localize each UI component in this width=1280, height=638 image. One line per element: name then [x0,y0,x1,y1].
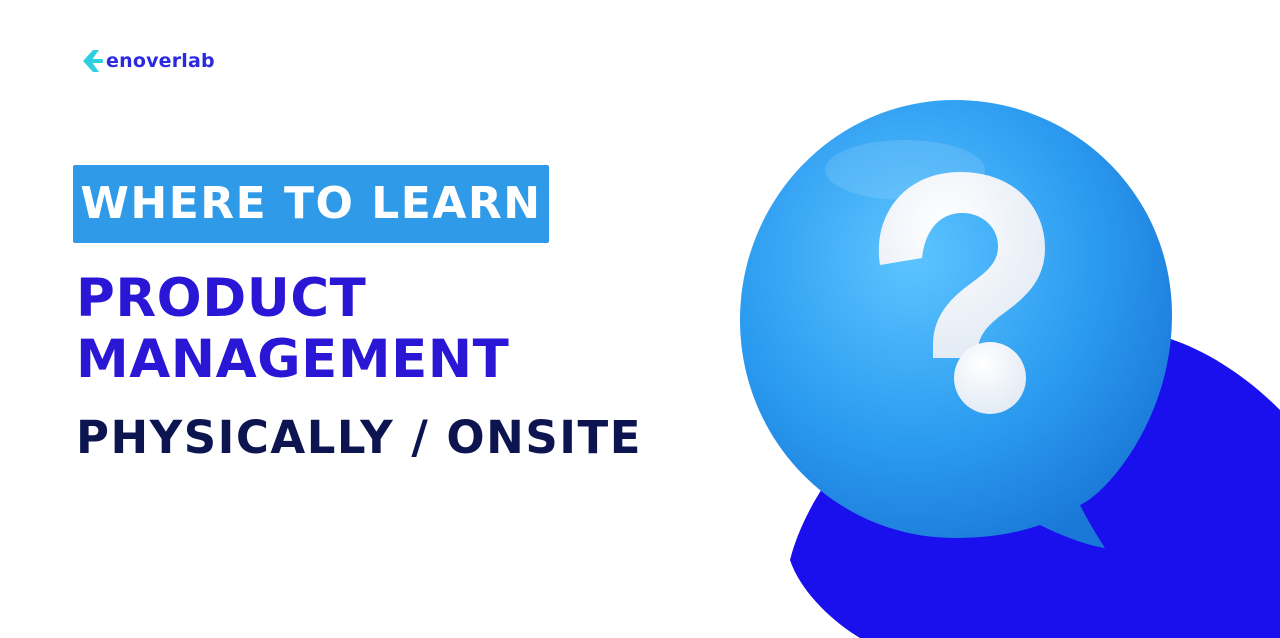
question-mark-dot [954,342,1026,414]
brand-name: enoverlab [106,50,215,72]
headline-line-1: PRODUCT [76,268,367,329]
chevron-arrow-left-icon [83,50,103,72]
question-mark-speech-bubble-icon [740,100,1172,548]
banner: enoverlab WHERE TO LEARN PRODUCT MANAGEM… [0,0,1280,638]
headline-line-2: MANAGEMENT [76,329,510,390]
headline-subtitle: PHYSICALLY / ONSITE [76,411,642,464]
tag-label: WHERE TO LEARN [73,165,549,243]
tag-text: WHERE TO LEARN [80,178,542,229]
brand-logo[interactable]: enoverlab [80,48,215,74]
